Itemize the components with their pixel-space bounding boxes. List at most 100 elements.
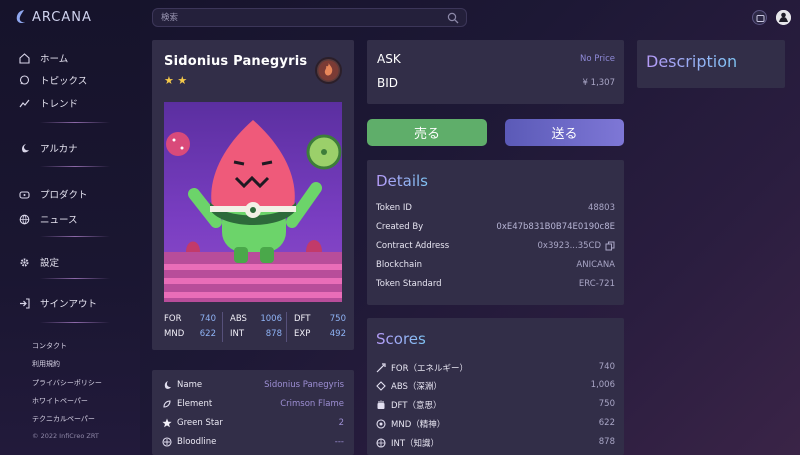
property-row: Element Crimson Flame [162,399,344,409]
sidebar-divider [40,322,110,323]
stats-divider [222,312,223,342]
description-panel: Description [637,40,785,88]
send-button[interactable]: 送る [505,119,624,146]
detail-row-token-id: Token ID 48803 [376,203,615,213]
detail-row-contract-address: Contract Address 0x3923...35CD [376,241,615,251]
score-row: FOR（エネルギー） 740 [376,362,615,374]
moon-icon [164,381,171,389]
scores-heading: Scores [376,330,426,348]
footer-link-technical-paper[interactable]: テクニカルペーパー [32,414,95,424]
star-rating: ★ ★ [164,74,188,87]
sword-icon [376,363,386,373]
chat-icon [18,74,30,86]
search-input[interactable] [161,11,441,25]
will-icon [377,400,385,409]
footer-link-whitepaper[interactable]: ホワイトペーパー [32,396,88,406]
card-title: Sidonius Panegyris [164,54,308,69]
sidebar-item-label: ホーム [40,54,69,65]
details-heading: Details [376,172,429,190]
market-panel: ASK No Price BID ¥ 1,307 [367,40,624,104]
score-row: INT（知識） 878 [376,437,615,449]
element-icon [163,400,171,408]
sidebar-divider [40,166,110,167]
sidebar-divider [40,278,110,279]
globe-icon [18,213,30,225]
sidebar-item-trend[interactable]: トレンド [18,96,78,110]
trend-icon [18,97,30,109]
abyss-icon [376,381,386,391]
detail-row-created-by: Created By 0xE47b831B0B74E0190c8E [376,222,615,232]
app-logo[interactable]: ARCANA [14,9,92,25]
sidebar-item-settings[interactable]: 設定 [18,255,59,269]
sidebar-item-label: サインアウト [40,299,98,310]
sidebar-item-signout[interactable]: サインアウト [18,296,97,310]
details-panel: Details Token ID 48803 Created By 0xE47b83… [367,160,624,305]
wallet-icon [756,15,765,22]
property-row: Name Sidonius Panegyris [162,380,344,390]
property-row: Green Star 2 [162,418,344,428]
nft-artwork [164,102,342,302]
avatar-icon [776,10,791,25]
detail-row-token-standard: Token Standard ERC-721 [376,279,615,289]
scores-panel: Scores FOR（エネルギー） 740 ABS（深淵） 1,006 DFT（… [367,318,624,455]
stat-mnd: MND 622 [164,329,216,339]
wallet-button[interactable] [752,10,767,25]
spirit-icon [376,419,386,429]
stats-divider [286,312,287,342]
sidebar-item-label: プロダクト [40,190,88,201]
sidebar-item-home[interactable]: ホーム [18,51,68,65]
score-row: DFT（意思） 750 [376,399,615,411]
score-row: MND（精神） 622 [376,418,615,430]
creator-address-link[interactable]: 0xE47b831B0B74E0190c8E [496,222,615,232]
sidebar-divider [40,236,110,237]
gear-icon [18,256,30,268]
card-stats: FOR 740 MND 622 ABS 1006 INT 878 DFT 750 EXP 4… [164,312,346,342]
stat-int: INT 878 [230,329,282,339]
copyright: © 2022 InfiCreo ZRT [32,432,99,440]
ask-value: No Price [580,54,615,64]
bid-label: BID [377,76,399,90]
sidebar-item-label: トレンド [40,99,79,110]
sidebar-item-label: 設定 [40,258,60,269]
element-badge-icon [315,57,342,84]
search-icon[interactable] [447,12,459,24]
copy-icon[interactable] [605,241,615,251]
bid-value: ¥ 1,307 [582,78,615,88]
stat-dft: DFT 750 [294,314,346,324]
product-icon [18,188,30,200]
footer-link-terms[interactable]: 利用規約 [32,359,60,369]
ask-label: ASK [377,52,401,66]
sidebar-item-label: ニュース [40,215,78,226]
sidebar-item-label: アルカナ [40,144,78,155]
detail-row-blockchain: Blockchain ANICANA [376,260,615,270]
avatar[interactable] [776,10,791,25]
knowledge-icon [376,438,386,448]
property-row: Bloodline --- [162,437,344,447]
stat-for: FOR 740 [164,314,216,324]
properties-panel: Name Sidonius Panegyris Element Crimson … [152,370,354,455]
score-row: ABS（深淵） 1,006 [376,380,615,392]
star-icon [162,418,172,428]
stat-abs: ABS 1006 [230,314,282,324]
nft-card: Sidonius Panegyris ★ ★ FOR 740 MND 622 A… [152,40,354,350]
signout-icon [18,297,30,309]
contract-address-value: 0x3923...35CD [537,241,601,251]
footer-link-contact[interactable]: コンタクト [32,341,67,351]
logo-text: ARCANA [32,9,92,25]
bloodline-icon [162,437,172,447]
search-bar [152,8,467,27]
sell-button[interactable]: 売る [367,119,487,146]
sidebar-item-arcana[interactable]: アルカナ [18,141,78,155]
sidebar: ARCANA ホーム トピックス トレンド アルカナ プロダクト ニュース 設定… [0,0,140,455]
footer-link-privacy[interactable]: プライバシーポリシー [32,378,102,388]
sidebar-item-topics[interactable]: トピックス [18,73,87,87]
sidebar-divider [40,122,110,123]
moon-icon [18,142,30,154]
description-heading: Description [646,52,738,71]
arcana-logo-icon [16,10,25,24]
sidebar-item-news[interactable]: ニュース [18,212,78,226]
home-icon [18,52,30,64]
sidebar-item-product[interactable]: プロダクト [18,187,88,201]
sidebar-item-label: トピックス [40,76,88,87]
stat-exp: EXP 492 [294,329,346,339]
